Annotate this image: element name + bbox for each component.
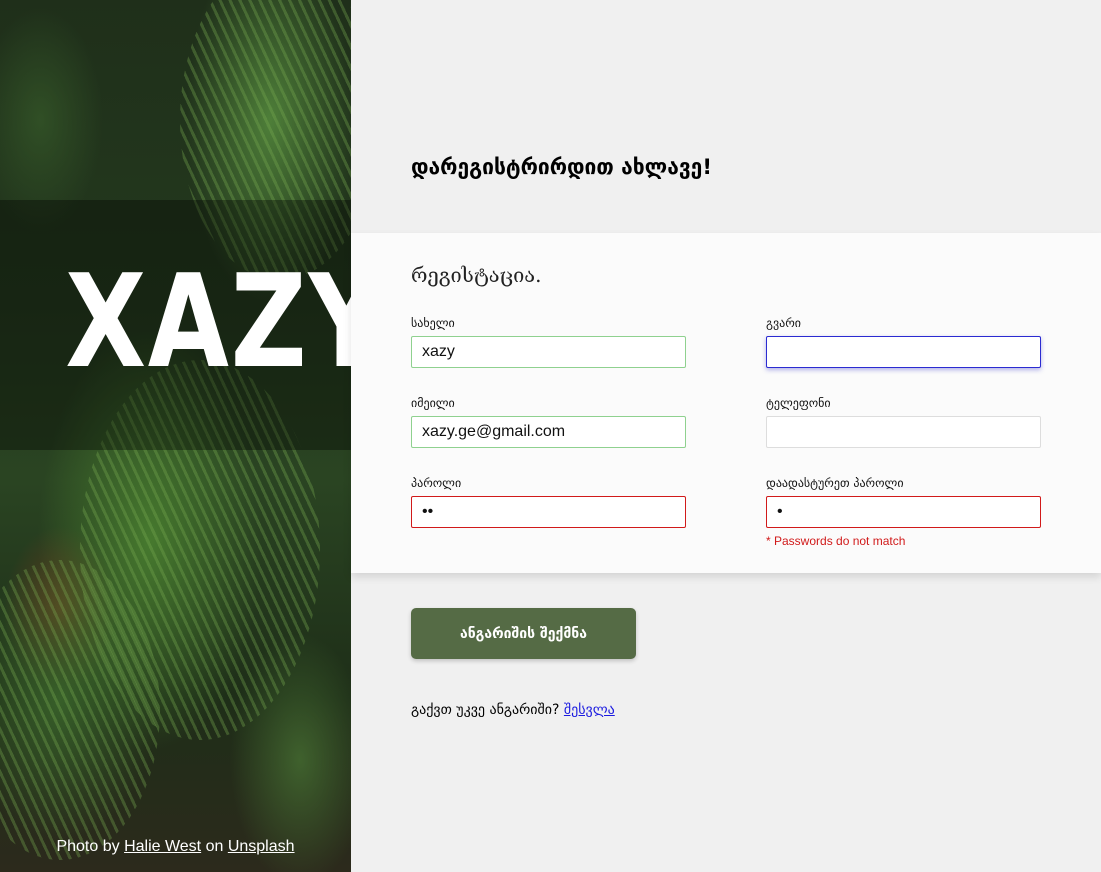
confirm-password-field[interactable] [766,496,1041,528]
page-title: დარეგისტრირდით ახლავე! [411,155,712,179]
credit-author-link[interactable]: Halie West [124,838,201,855]
login-prompt: გაქვთ უკვე ანგარიში? შესვლა [411,702,615,718]
registration-card: რეგისტაცია. სახელი გვარი იმეილი ტელეფონი… [351,233,1101,573]
hero-image-panel: XAZY Photo by Halie West on Unsplash [0,0,351,872]
first-name-field[interactable] [411,336,686,368]
login-prompt-text: გაქვთ უკვე ანგარიში? [411,702,560,718]
brand-logo: XAZY [65,248,351,397]
photo-credit: Photo by Halie West on Unsplash [0,838,351,856]
first-name-group: სახელი [411,316,686,368]
form-title: რეგისტაცია. [411,263,542,287]
phone-field[interactable] [766,416,1041,448]
last-name-label: გვარი [766,316,801,330]
last-name-group: გვარი [766,316,1041,368]
email-field[interactable] [411,416,686,448]
phone-label: ტელეფონი [766,396,831,410]
email-group: იმეილი [411,396,686,448]
login-link[interactable]: შესვლა [564,702,615,718]
password-label: პაროლი [411,476,462,490]
email-label: იმეილი [411,396,455,410]
password-group: პაროლი [411,476,686,528]
password-field[interactable] [411,496,686,528]
confirm-password-label: დაადასტურეთ პაროლი [766,476,904,490]
confirm-password-group: დაადასტურეთ პაროლი * Passwords do not ma… [766,476,1041,548]
password-mismatch-error: * Passwords do not match [766,534,906,548]
credit-prefix: Photo by [56,838,120,855]
credit-site-link[interactable]: Unsplash [228,838,295,855]
create-account-button[interactable]: ანგარიშის შექმნა [411,608,636,659]
first-name-label: სახელი [411,316,455,330]
last-name-field[interactable] [766,336,1041,368]
credit-middle: on [205,838,224,855]
phone-group: ტელეფონი [766,396,1041,448]
